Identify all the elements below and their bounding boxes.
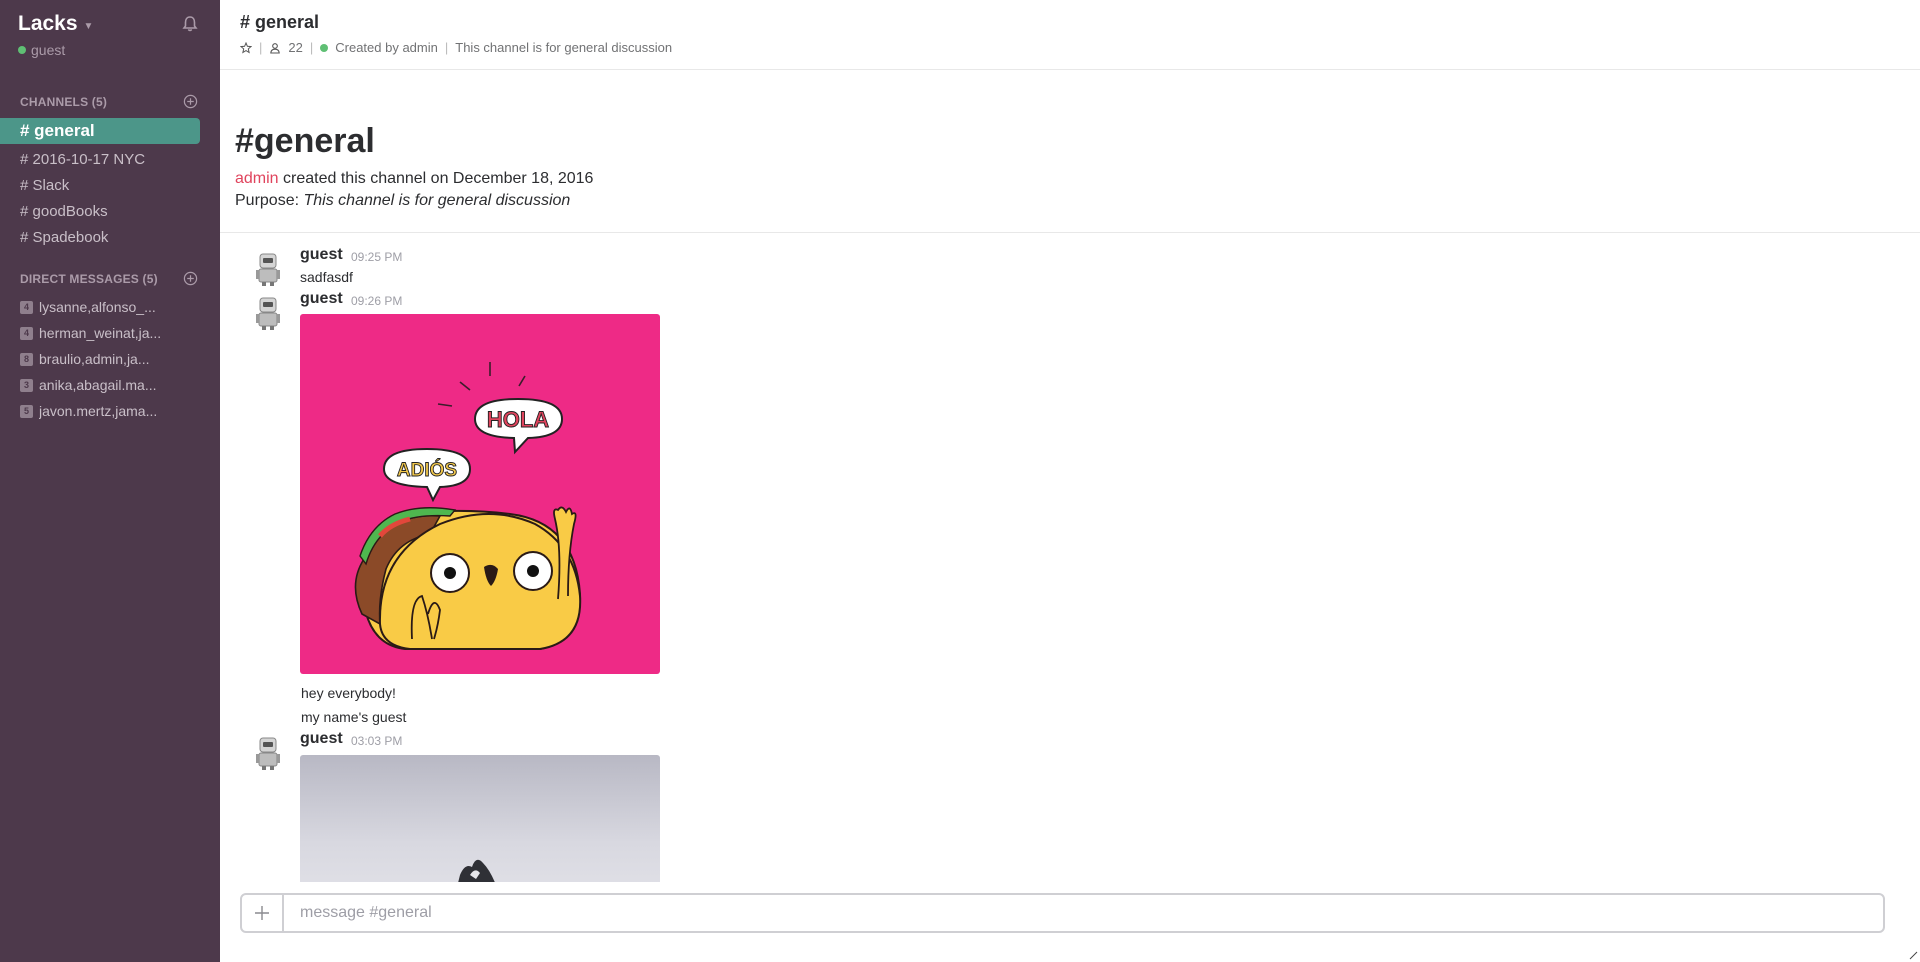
created-text: created this channel on December 18, 201… bbox=[283, 170, 594, 187]
intro-purpose: Purpose: This channel is for general dis… bbox=[235, 192, 570, 210]
current-user: guest bbox=[18, 42, 65, 58]
member-count[interactable]: 22 bbox=[288, 40, 302, 55]
add-dm-icon[interactable] bbox=[183, 271, 198, 286]
message-text: hey everybody! bbox=[301, 685, 396, 701]
meta-separator: | bbox=[309, 40, 314, 55]
robot-avatar[interactable] bbox=[254, 294, 282, 330]
sidebar-dm-item[interactable]: 5 javon.mertz,jama... bbox=[20, 400, 190, 422]
message-composer bbox=[240, 893, 1885, 933]
message-timestamp[interactable]: 03:03 PM bbox=[351, 734, 402, 748]
attach-button[interactable] bbox=[242, 895, 284, 931]
robot-avatar[interactable] bbox=[254, 734, 282, 770]
channel-title: # general bbox=[240, 12, 320, 32]
taco-illustration: HOLA ADIÓS bbox=[354, 362, 582, 650]
current-user-name: guest bbox=[31, 42, 66, 58]
sidebar-channel-spadebook[interactable]: # Spadebook bbox=[0, 225, 200, 251]
dm-name: anika,abagail.ma... bbox=[39, 377, 157, 393]
message-input[interactable] bbox=[286, 895, 1881, 931]
sidebar-dm-item[interactable]: 3 anika,abagail.ma... bbox=[20, 374, 190, 396]
add-channel-icon[interactable] bbox=[183, 94, 198, 109]
message-list[interactable]: guest 09:25 PM sadfasdf guest 09:26 PM H… bbox=[220, 233, 1920, 882]
sidebar-channel-2016-10-17-nyc[interactable]: # 2016-10-17 NYC bbox=[0, 147, 200, 173]
dm-name: braulio,admin,ja... bbox=[39, 351, 150, 367]
robot-avatar[interactable] bbox=[254, 250, 282, 286]
channel-intro: #general admin created this channel on D… bbox=[220, 70, 1920, 233]
mountain-illustration bbox=[458, 859, 495, 882]
channel-purpose: This channel is for general discussion bbox=[455, 40, 673, 55]
creator-link[interactable]: admin bbox=[235, 170, 279, 187]
meta-separator: | bbox=[444, 40, 449, 55]
channels-header[interactable]: CHANNELS (5) bbox=[20, 95, 107, 109]
bell-icon[interactable] bbox=[180, 14, 200, 34]
dm-member-count: 3 bbox=[20, 378, 33, 392]
meta-separator: | bbox=[259, 40, 263, 55]
resize-handle-icon[interactable] bbox=[1908, 950, 1918, 960]
bubble-hola-text: HOLA bbox=[487, 407, 549, 432]
presence-dot bbox=[320, 43, 329, 52]
team-menu[interactable]: Lacks ▼ bbox=[18, 12, 93, 36]
purpose-label: Purpose: bbox=[235, 192, 300, 209]
presence-dot bbox=[18, 46, 26, 54]
sidebar-dm-item[interactable]: 8 braulio,admin,ja... bbox=[20, 348, 190, 370]
star-icon[interactable] bbox=[240, 41, 252, 54]
channel-header: # general | 22 | Created by admin | This… bbox=[220, 0, 1920, 70]
message-author[interactable]: guest bbox=[300, 730, 343, 748]
created-by: Created by admin bbox=[335, 40, 438, 55]
app-root: Lacks ▼ guest CHANNELS (5) # general # 2… bbox=[0, 0, 1920, 962]
message-timestamp[interactable]: 09:26 PM bbox=[351, 294, 402, 308]
plus-icon bbox=[255, 906, 269, 920]
dm-member-count: 4 bbox=[20, 326, 33, 340]
channel-meta: | 22 | Created by admin | This channel i… bbox=[240, 40, 672, 55]
taco-image[interactable]: HOLA ADIÓS bbox=[300, 314, 660, 674]
dm-name: herman_weinat,ja... bbox=[39, 325, 162, 341]
sidebar-channel-general[interactable]: # general bbox=[0, 118, 200, 144]
dm-name: javon.mertz,jama... bbox=[39, 403, 158, 419]
sidebar-dm-item[interactable]: 4 lysanne,alfonso_... bbox=[20, 296, 190, 318]
member-icon[interactable] bbox=[269, 42, 281, 54]
mountain-image[interactable] bbox=[300, 755, 660, 882]
dm-member-count: 5 bbox=[20, 404, 33, 418]
dm-name: lysanne,alfonso_... bbox=[39, 299, 156, 315]
sidebar-dm-item[interactable]: 4 herman_weinat,ja... bbox=[20, 322, 190, 344]
chevron-down-icon: ▼ bbox=[83, 20, 94, 32]
direct-messages-header[interactable]: DIRECT MESSAGES (5) bbox=[20, 272, 158, 286]
message-text: sadfasdf bbox=[300, 269, 353, 285]
team-name: Lacks bbox=[18, 12, 78, 35]
purpose-text: This channel is for general discussion bbox=[303, 192, 571, 209]
dm-member-count: 4 bbox=[20, 300, 33, 314]
message-timestamp[interactable]: 09:25 PM bbox=[351, 250, 402, 264]
intro-created: admin created this channel on December 1… bbox=[235, 170, 593, 188]
message-author[interactable]: guest bbox=[300, 246, 343, 264]
sidebar: Lacks ▼ guest CHANNELS (5) # general # 2… bbox=[0, 0, 220, 962]
sidebar-channel-goodbooks[interactable]: # goodBooks bbox=[0, 199, 200, 225]
sidebar-channel-slack[interactable]: # Slack bbox=[0, 173, 200, 199]
dm-member-count: 8 bbox=[20, 352, 33, 366]
bubble-adios-text: ADIÓS bbox=[397, 459, 457, 481]
intro-title: #general bbox=[235, 122, 375, 160]
message-author[interactable]: guest bbox=[300, 290, 343, 308]
message-text: my name's guest bbox=[301, 709, 407, 725]
